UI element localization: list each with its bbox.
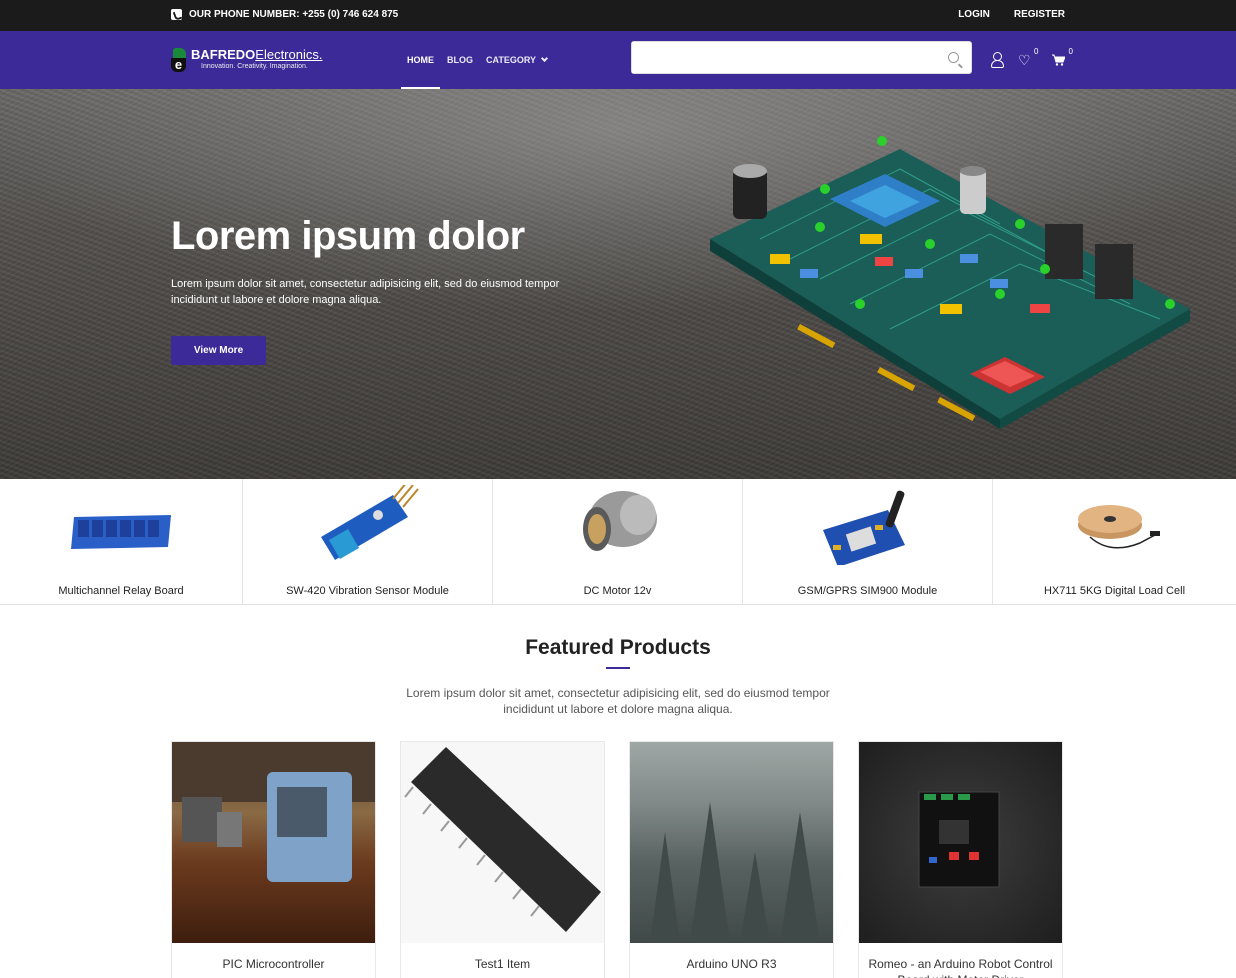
product-name: Romeo - an Arduino Robot Control Board w… [868, 957, 1053, 978]
nav-home[interactable]: HOME [401, 31, 440, 89]
category-item[interactable]: HX711 5KG Digital Load Cell [993, 479, 1236, 604]
main-nav: HOME BLOG CATEGORY [401, 31, 560, 89]
top-bar: OUR PHONE NUMBER: +255 (0) 746 624 875 L… [0, 0, 1236, 31]
category-item[interactable]: GSM/GPRS SIM900 Module [743, 479, 993, 604]
product-card[interactable]: PIC Microcontroller [171, 741, 376, 978]
circuit-board-image [710, 136, 1190, 429]
product-image [630, 742, 833, 943]
product-image [859, 742, 1062, 943]
product-card[interactable]: Test1 Item [400, 741, 605, 978]
category-label: SW-420 Vibration Sensor Module [286, 585, 449, 597]
hero-title: Lorem ipsum dolor [171, 214, 525, 258]
login-link[interactable]: LOGIN [958, 9, 990, 20]
heart-icon: ♡ [1018, 52, 1031, 68]
search-input[interactable] [632, 42, 932, 73]
product-name: Arduino UNO R3 [686, 957, 777, 971]
category-label: HX711 5KG Digital Load Cell [1043, 585, 1186, 597]
product-image [172, 742, 375, 943]
category-strip: Multichannel Relay Board SW-420 Vibratio… [0, 479, 1236, 605]
view-more-button[interactable]: View More [171, 336, 266, 365]
gsm-module-image [822, 490, 905, 565]
category-item[interactable]: Multichannel Relay Board [0, 479, 243, 604]
main-header: e BAFREDOElectronics. Innovation. Creati… [0, 31, 1236, 89]
header-icons: ♡ 0 0 [990, 47, 1073, 68]
featured-products: PIC Microcontroller Test1 Item Arduino U… [171, 741, 1063, 978]
cart-count: 0 [1068, 47, 1073, 56]
cart-button[interactable]: 0 [1052, 47, 1073, 68]
logo-tagline: Innovation. Creativity. Imagination. [201, 63, 308, 70]
user-icon[interactable] [990, 52, 1004, 68]
featured-divider [606, 667, 630, 669]
category-label: Multichannel Relay Board [58, 585, 184, 597]
register-link[interactable]: REGISTER [1014, 9, 1065, 20]
product-image [401, 742, 604, 943]
wishlist-button[interactable]: ♡ 0 [1018, 47, 1039, 68]
hero-description: Lorem ipsum dolor sit amet, consectetur … [171, 278, 560, 306]
category-item[interactable]: SW-420 Vibration Sensor Module [243, 479, 493, 604]
featured-description: Lorem ipsum dolor sit amet, consectetur … [406, 686, 830, 716]
featured-title: Featured Products [525, 636, 711, 659]
product-card[interactable]: Romeo - an Arduino Robot Control Board w… [858, 741, 1063, 978]
nav-category[interactable]: CATEGORY [486, 31, 549, 89]
relay-board-image [71, 515, 171, 549]
search-box [631, 41, 972, 74]
product-name: Test1 Item [474, 957, 531, 971]
dc-motor-image [582, 491, 657, 551]
logo-name: BAFREDOElectronics. [191, 47, 323, 62]
search-icon[interactable] [948, 52, 959, 63]
category-label: GSM/GPRS SIM900 Module [797, 585, 938, 597]
cart-icon [1052, 54, 1067, 68]
load-cell-image [1077, 505, 1160, 549]
wishlist-count: 0 [1034, 47, 1039, 56]
product-card[interactable]: Arduino UNO R3 [629, 741, 834, 978]
phone-icon [171, 9, 182, 20]
logo-mark-icon: e [171, 48, 188, 72]
category-item[interactable]: DC Motor 12v [493, 479, 743, 604]
hero-banner: Lorem ipsum dolor Lorem ipsum dolor sit … [0, 89, 1236, 479]
phone-info: OUR PHONE NUMBER: +255 (0) 746 624 875 [171, 9, 398, 20]
chevron-down-icon [540, 54, 549, 63]
nav-blog[interactable]: BLOG [447, 31, 473, 89]
product-name: PIC Microcontroller [222, 957, 325, 971]
auth-links: LOGIN REGISTER [958, 9, 1065, 20]
logo[interactable]: e BAFREDOElectronics. Innovation. Creati… [171, 48, 322, 74]
vibration-sensor-image [320, 485, 419, 560]
category-label: DC Motor 12v [583, 585, 652, 597]
phone-text: OUR PHONE NUMBER: +255 (0) 746 624 875 [189, 9, 399, 20]
